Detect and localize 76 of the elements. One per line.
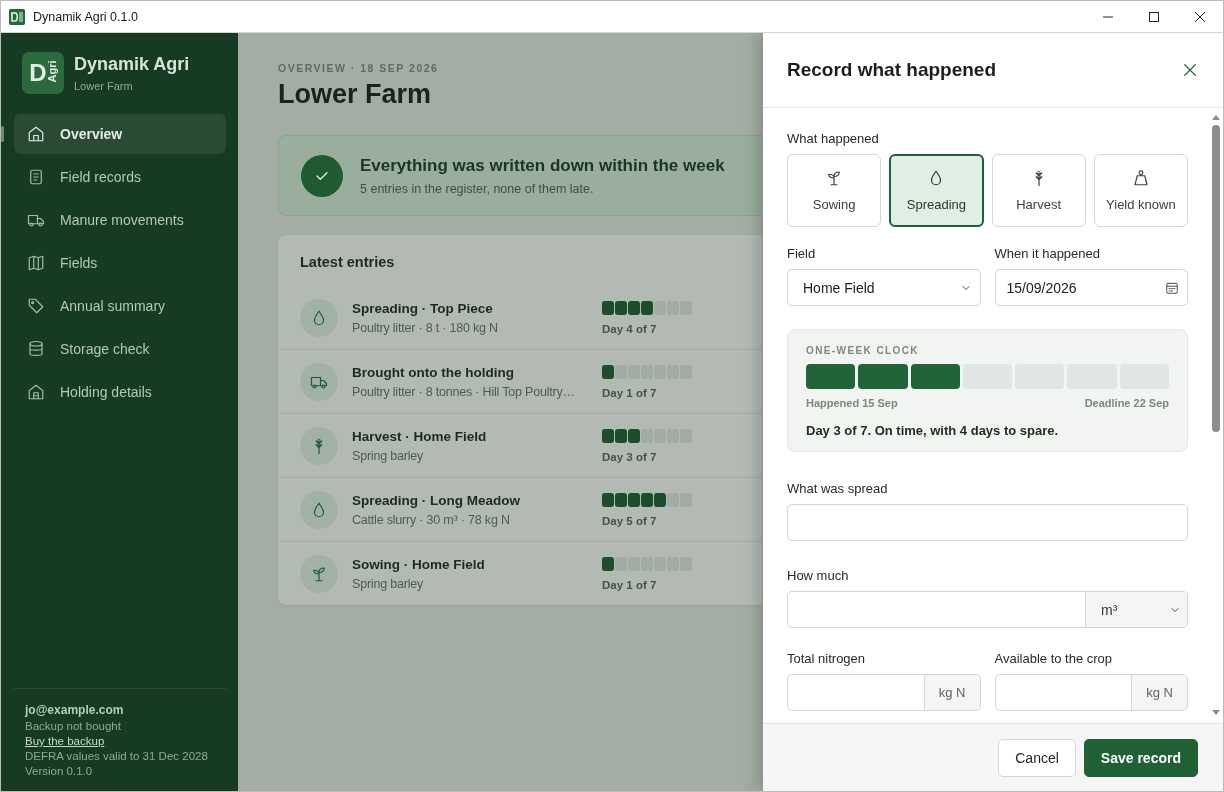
tag-icon: [27, 297, 45, 315]
entry-title: Spreading · Top Piece: [352, 300, 494, 316]
weight-icon: [1131, 169, 1150, 187]
window-title: Dynamik Agri 0.1.0: [33, 9, 139, 24]
sidebar-item[interactable]: Storage check: [14, 329, 226, 369]
entry-row[interactable]: Spreading · Long Meadow Cattle slurry · 30 m³ · 78 kg N Day 5 of 7: [278, 477, 762, 541]
sprout-icon: [310, 564, 328, 583]
clock-message: Day 3 of 7. On time, with 4 days to spare.: [806, 423, 1060, 438]
document-icon: [27, 168, 45, 186]
page-eyebrow: OVERVIEW · 18 SEP 2026: [278, 62, 439, 74]
field-label: Available to the crop: [994, 651, 1113, 666]
input-field[interactable]: [787, 504, 1188, 541]
page-title: Lower Farm: [278, 79, 432, 110]
field-label: Field: [787, 246, 816, 261]
entry-title: Harvest · Home Field: [352, 428, 488, 444]
event-type-option[interactable]: Sowing: [787, 154, 882, 227]
day-label: Day 1 of 7: [602, 386, 658, 399]
entry-detail: Poultry litter · 8 tonnes · Hill Top Poultry…: [352, 384, 576, 399]
sidebar-item[interactable]: Holding details: [14, 372, 226, 412]
deadline-date: Deadline 22 Sep: [1084, 397, 1169, 409]
save-button[interactable]: Save record: [1083, 738, 1198, 777]
calendar-icon: [1165, 280, 1179, 295]
buy-backup-link[interactable]: Buy the backup: [25, 735, 105, 747]
day-label: Day 1 of 7: [602, 578, 658, 591]
farm-name: Lower Farm: [74, 80, 134, 92]
field-select[interactable]: Home Field: [787, 269, 981, 306]
day-label: Day 3 of 7: [602, 450, 658, 463]
app-name: Dynamik Agri: [74, 54, 190, 75]
account-email: jo@example.com: [25, 703, 125, 717]
banner-text: 5 entries in the register, none of them late.: [360, 181, 595, 196]
drawer-title: Record what happened: [787, 59, 997, 81]
entry-title: Spreading · Long Meadow: [352, 492, 521, 508]
field-label: When it happened: [994, 246, 1101, 261]
close-button[interactable]: [1181, 61, 1199, 79]
entry-title: Brought onto the holding: [352, 364, 515, 380]
event-type-option[interactable]: Yield known: [1093, 154, 1188, 227]
check-icon: [301, 154, 343, 197]
map-icon: [27, 254, 45, 272]
entry-row[interactable]: Sowing · Home Field Spring barley Day 1 of 7: [278, 541, 762, 605]
field-label: What happened: [787, 131, 879, 146]
database-icon: [27, 340, 45, 358]
logo-letter: D: [29, 61, 47, 85]
app-icon: [9, 8, 25, 25]
entry-row[interactable]: Spreading · Top Piece Poultry litter · 8 t · 180 kg N Day 4 of 7: [278, 286, 762, 349]
cancel-button[interactable]: Cancel: [998, 738, 1076, 777]
event-type-option[interactable]: Spreading: [889, 154, 984, 227]
sidebar-item[interactable]: Field records: [14, 157, 226, 197]
entry-detail: Cattle slurry · 30 m³ · 78 kg N: [352, 512, 511, 527]
logo-word: Agri: [46, 60, 58, 83]
panel-label: ONE-WEEK CLOCK: [806, 345, 920, 356]
day-label: Day 4 of 7: [602, 322, 658, 335]
start-date: Happened 15 Sep: [806, 397, 898, 409]
close-icon: [1195, 11, 1205, 22]
sidebar-item[interactable]: Manure movements: [14, 200, 226, 240]
event-type-option[interactable]: Harvest: [991, 154, 1086, 227]
field-label: What was spread: [787, 481, 888, 496]
entry-detail: Poultry litter · 8 t · 180 kg N: [352, 320, 499, 335]
card-title: Latest entries: [300, 254, 395, 270]
backup-status: Backup not bought: [25, 720, 122, 732]
sidebar-item[interactable]: Annual summary: [14, 286, 226, 326]
app-version: Version 0.1.0: [25, 765, 94, 777]
home-icon: [27, 125, 45, 143]
entry-row[interactable]: Brought onto the holding Poultry litter · 8 tonnes · Hill Top Poultry… Day 1 of 7: [278, 349, 762, 413]
date-field[interactable]: 15/09/2026: [994, 269, 1188, 306]
entry-row[interactable]: Harvest · Home Field Spring barley Day 3 of 7: [278, 413, 762, 477]
day-label: Day 5 of 7: [602, 514, 658, 527]
banner-title: Everything was written down within the week: [360, 155, 725, 176]
house-icon: [27, 383, 45, 401]
sidebar-item[interactable]: Fields: [14, 243, 226, 283]
entry-detail: Spring barley: [352, 448, 425, 463]
entry-detail: Spring barley: [352, 576, 425, 591]
entry-title: Sowing · Home Field: [352, 556, 486, 572]
field-label: How much: [787, 568, 849, 583]
maximize-icon: [1149, 11, 1159, 22]
defra-validity: DEFRA values valid to 31 Dec 2028: [25, 750, 209, 762]
field-label: Total nitrogen: [787, 651, 866, 666]
